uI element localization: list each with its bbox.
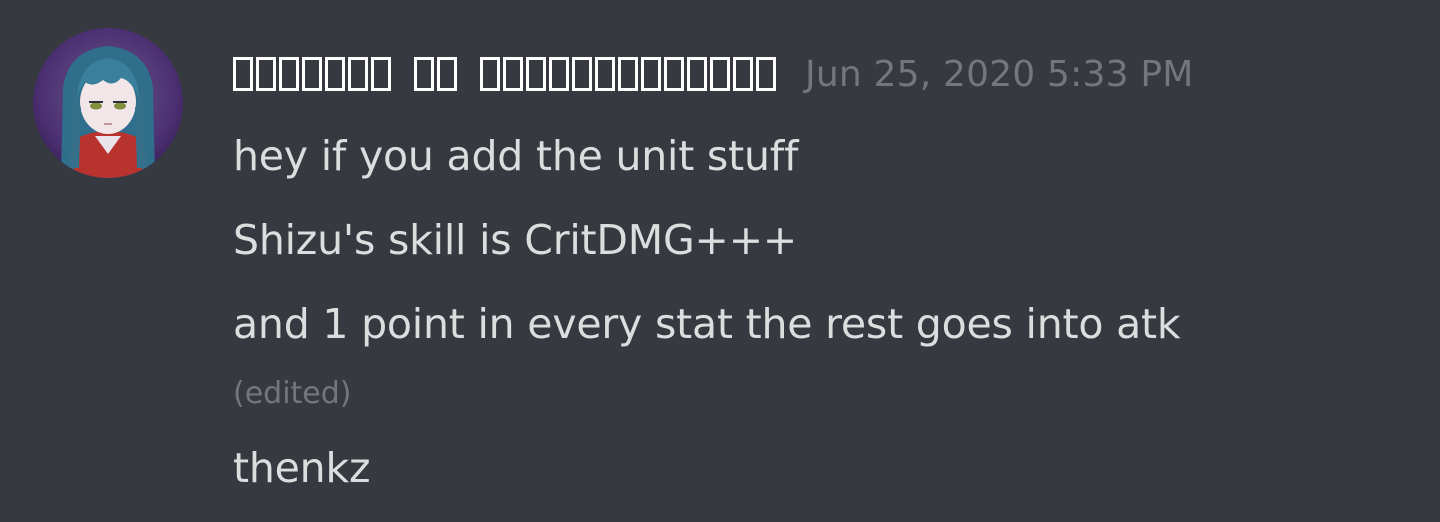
message-line: hey if you add the unit stuff (233, 132, 799, 180)
timestamp[interactable]: Jun 25, 2020 5:33 PM (805, 54, 1194, 95)
message-line: Shizu's skill is CritDMG+++ (233, 216, 797, 264)
username[interactable]: ꜱʜɪᴢᴜʀᴜ ᴏꜰ ʙʟᴀᴄᴋʙᴇʀʀʏᴄʟᴏᴠᴇʀ (233, 57, 779, 91)
anime-avatar-icon (33, 28, 183, 178)
edited-indicator[interactable]: (edited) (233, 376, 352, 411)
message-line: thenkz (233, 444, 371, 492)
message-line: and 1 point in every stat the rest goes … (233, 300, 1181, 348)
message-header: ꜱʜɪᴢᴜʀᴜ ᴏꜰ ʙʟᴀᴄᴋʙᴇʀʀʏᴄʟᴏᴠᴇʀ Jun 25, 2020… (233, 44, 1194, 104)
avatar[interactable] (33, 28, 183, 178)
message-group: ꜱʜɪᴢᴜʀᴜ ᴏꜰ ʙʟᴀᴄᴋʙᴇʀʀʏᴄʟᴏᴠᴇʀ Jun 25, 2020… (0, 0, 1440, 522)
username-glyphs (233, 57, 779, 91)
